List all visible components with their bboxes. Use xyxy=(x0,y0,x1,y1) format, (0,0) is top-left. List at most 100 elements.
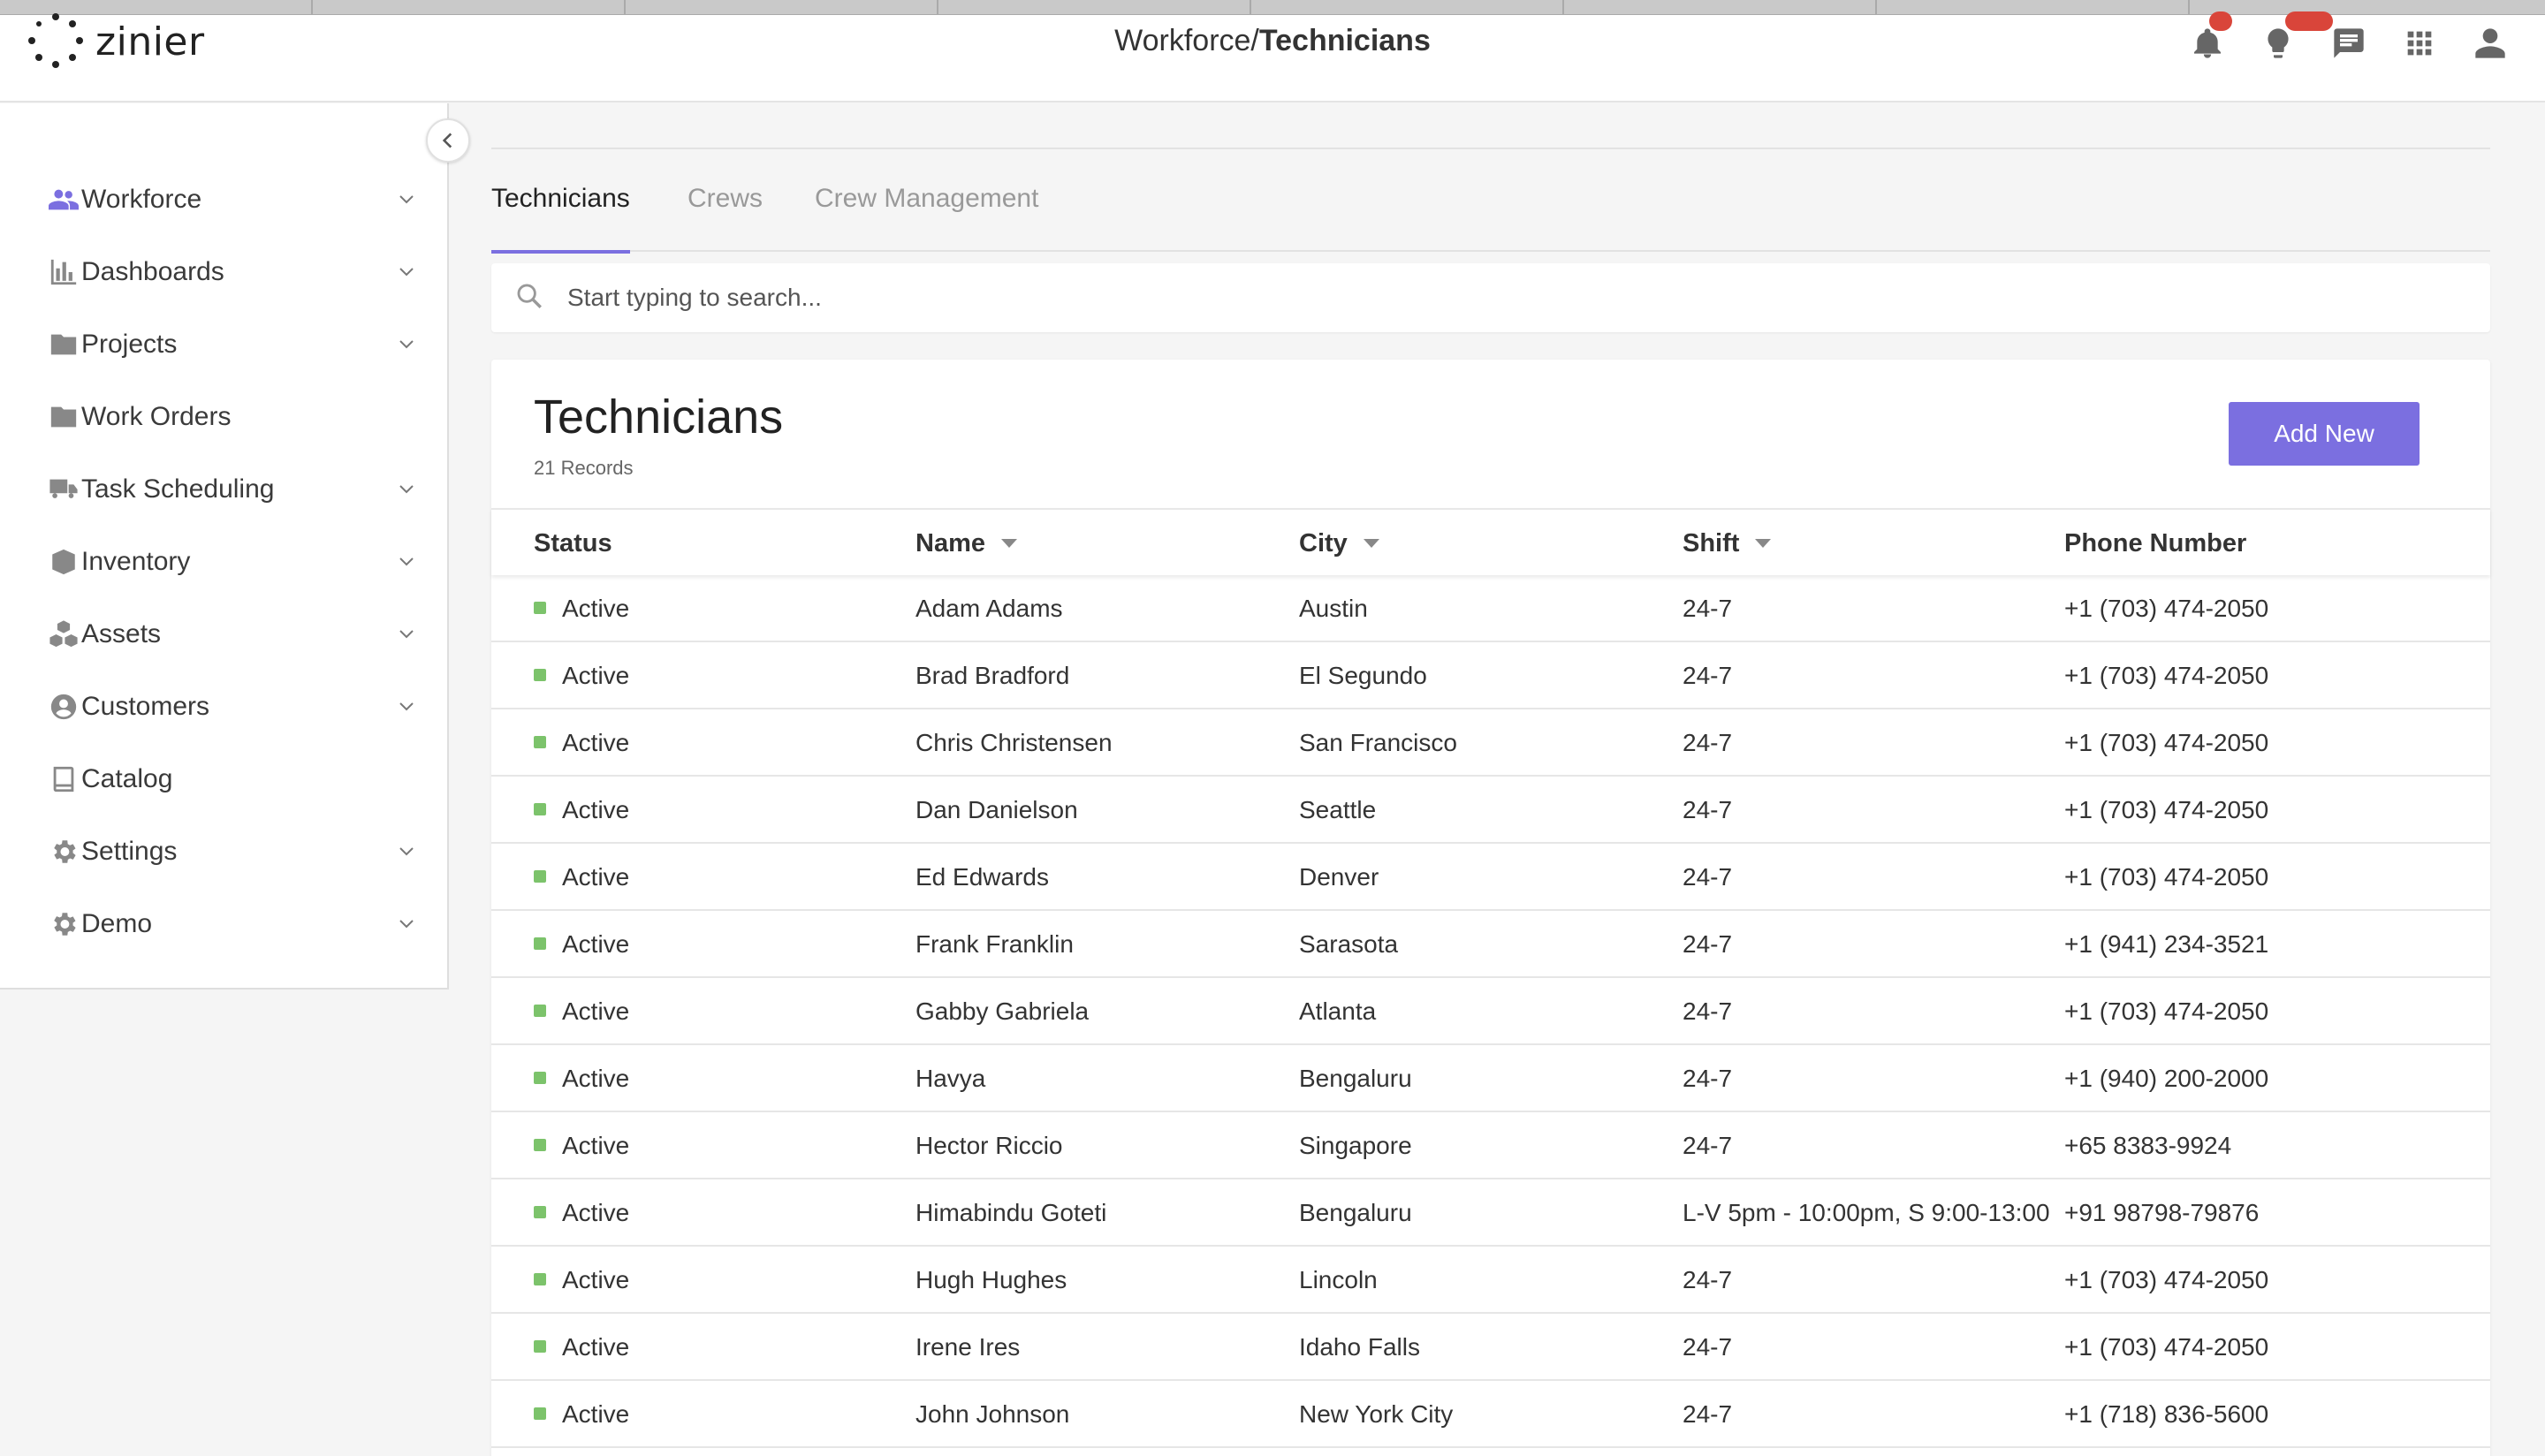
city-cell: Austin xyxy=(1299,595,1368,622)
sidebar-item-label: Catalog xyxy=(81,764,173,793)
status-indicator xyxy=(534,1273,546,1285)
shift-cell: 24-7 xyxy=(1683,1400,1733,1428)
city-cell: New York City xyxy=(1299,1400,1454,1428)
shift-cell: 24-7 xyxy=(1683,662,1733,689)
chevron-down-icon[interactable] xyxy=(396,841,417,862)
table-row[interactable]: Active Hector Riccio Singapore 24-7 +65 8383… xyxy=(491,1112,2490,1179)
city-cell: Seattle xyxy=(1299,796,1377,823)
sidebar-item-projects[interactable]: Projects xyxy=(0,308,447,381)
lightbulb-icon[interactable] xyxy=(2259,11,2333,63)
sidebar-item-label: Assets xyxy=(81,619,162,648)
book-icon xyxy=(48,763,80,795)
sidebar-item-demo[interactable]: Demo xyxy=(0,888,447,960)
sidebar-item-assets[interactable]: Assets xyxy=(0,598,447,671)
chevron-down-icon[interactable] xyxy=(396,696,417,717)
name-cell: Brad Bradford xyxy=(915,662,1070,689)
table-row[interactable]: Active Havya Bengaluru 24-7 +1 (940) 200-200… xyxy=(491,1045,2490,1112)
bell-icon[interactable] xyxy=(2188,11,2232,63)
table-row[interactable]: Active Dan Danielson Seattle 24-7 +1 (703) 4… xyxy=(491,777,2490,844)
search-input[interactable] xyxy=(567,263,2423,332)
chevron-down-icon[interactable] xyxy=(396,624,417,645)
column-header-status: Status xyxy=(534,510,612,577)
chevron-down-icon[interactable] xyxy=(396,262,417,283)
name-cell: Hugh Hughes xyxy=(915,1266,1067,1293)
city-cell: Bengaluru xyxy=(1299,1065,1412,1092)
shift-cell: 24-7 xyxy=(1683,863,1733,891)
phone-cell: +1 (703) 474-2050 xyxy=(2064,997,2269,1025)
name-cell: Gabby Gabriela xyxy=(915,997,1090,1025)
breadcrumb-parent[interactable]: Workforce/ xyxy=(1114,24,1259,57)
status-cell: Active xyxy=(562,1333,630,1361)
sort-down-icon[interactable] xyxy=(1755,539,1772,548)
chevron-down-icon[interactable] xyxy=(396,189,417,210)
shift-cell: 24-7 xyxy=(1683,796,1733,823)
city-cell: Lincoln xyxy=(1299,1266,1378,1293)
status-cell: Active xyxy=(562,1065,630,1092)
chevron-down-icon[interactable] xyxy=(396,551,417,573)
shift-cell: 24-7 xyxy=(1683,997,1733,1025)
sidebar-nav: Workforce Dashboards Projects Work Order… xyxy=(0,163,447,960)
sidebar-item-workforce[interactable]: Workforce xyxy=(0,163,447,236)
chevron-down-icon[interactable] xyxy=(396,479,417,500)
table-row[interactable]: Active Ed Edwards Denver 24-7 +1 (703) 474-2… xyxy=(491,844,2490,911)
divider xyxy=(491,148,2490,149)
sort-down-icon[interactable] xyxy=(1001,539,1017,548)
sort-down-icon[interactable] xyxy=(1363,539,1379,548)
shift-cell: L-V 5pm - 10:00pm, S 9:00-13:00 xyxy=(1683,1199,2050,1226)
search-icon xyxy=(517,284,542,308)
breadcrumb-current: Technicians xyxy=(1258,24,1431,57)
status-cell: Active xyxy=(562,930,630,958)
chevron-down-icon[interactable] xyxy=(396,334,417,355)
phone-cell: +1 (703) 474-2050 xyxy=(2064,1266,2269,1293)
column-header-name[interactable]: Name xyxy=(915,510,1017,577)
table-row[interactable]: Active Irene Ires Idaho Falls 24-7 +1 (703) … xyxy=(491,1314,2490,1381)
user-circle-icon xyxy=(48,691,80,723)
status-indicator xyxy=(534,803,546,815)
gear-icon xyxy=(48,836,80,868)
status-indicator xyxy=(534,1139,546,1151)
table-row[interactable]: Active Frank Franklin Sarasota 24-7 +1 (941)… xyxy=(491,911,2490,978)
sidebar-item-work-orders[interactable]: Work Orders xyxy=(0,381,447,453)
apps-grid-icon[interactable] xyxy=(2400,24,2439,63)
column-header-city[interactable]: City xyxy=(1299,510,1379,577)
table-row[interactable]: Active Chris Christensen San Francisco 24-7… xyxy=(491,709,2490,777)
tab-technicians[interactable]: Technicians xyxy=(491,165,630,254)
table-row[interactable]: Active Adam Adams Austin 24-7 +1 (703) 474-2… xyxy=(491,575,2490,642)
phone-cell: +1 (703) 474-2050 xyxy=(2064,662,2269,689)
browser-tab-strip xyxy=(0,0,2545,15)
tab-crews[interactable]: Crews xyxy=(688,165,763,252)
status-indicator xyxy=(534,1072,546,1084)
city-cell: Singapore xyxy=(1299,1132,1412,1159)
column-header-shift[interactable]: Shift xyxy=(1683,510,1772,577)
tab-bar: Technicians Crews Crew Management xyxy=(491,165,2490,254)
status-cell: Active xyxy=(562,1199,630,1226)
table-row[interactable]: Active Himabindu Goteti Bengaluru L-V 5pm -… xyxy=(491,1179,2490,1247)
chat-icon[interactable] xyxy=(2329,24,2368,63)
page-title: Technicians xyxy=(534,391,784,444)
sidebar-item-settings[interactable]: Settings xyxy=(0,815,447,888)
chevron-down-icon[interactable] xyxy=(396,914,417,935)
app-header: zinier Workforce/Technicians xyxy=(0,11,2545,102)
sidebar-collapse-button[interactable] xyxy=(426,118,470,163)
table-row[interactable]: Active Gabby Gabriela Atlanta 24-7 +1 (703) … xyxy=(491,978,2490,1045)
sidebar-item-customers[interactable]: Customers xyxy=(0,671,447,743)
add-new-button[interactable]: Add New xyxy=(2229,402,2420,466)
shift-cell: 24-7 xyxy=(1683,1266,1733,1293)
phone-cell: +65 8383-9924 xyxy=(2064,1132,2232,1159)
tab-crew-management[interactable]: Crew Management xyxy=(815,165,1038,252)
table-row[interactable]: Active John Johnson New York City 24-7 +1 (7… xyxy=(491,1381,2490,1448)
sidebar: Workforce Dashboards Projects Work Order… xyxy=(0,103,449,990)
sidebar-item-catalog[interactable]: Catalog xyxy=(0,743,447,815)
notification-badge xyxy=(2209,11,2232,31)
phone-cell: +1 (703) 474-2050 xyxy=(2064,729,2269,756)
phone-cell: +1 (940) 200-2000 xyxy=(2064,1065,2269,1092)
table-row[interactable]: Active Hugh Hughes Lincoln 24-7 +1 (703) 474… xyxy=(491,1247,2490,1314)
sidebar-item-task-scheduling[interactable]: Task Scheduling xyxy=(0,453,447,526)
table-row[interactable]: Active Brad Bradford El Segundo 24-7 +1 (703… xyxy=(491,642,2490,709)
status-cell: Active xyxy=(562,662,630,689)
user-icon[interactable] xyxy=(2471,24,2510,63)
sidebar-item-dashboards[interactable]: Dashboards xyxy=(0,236,447,308)
sidebar-item-inventory[interactable]: Inventory xyxy=(0,526,447,598)
status-cell: Active xyxy=(562,1132,630,1159)
status-cell: Active xyxy=(562,595,630,622)
